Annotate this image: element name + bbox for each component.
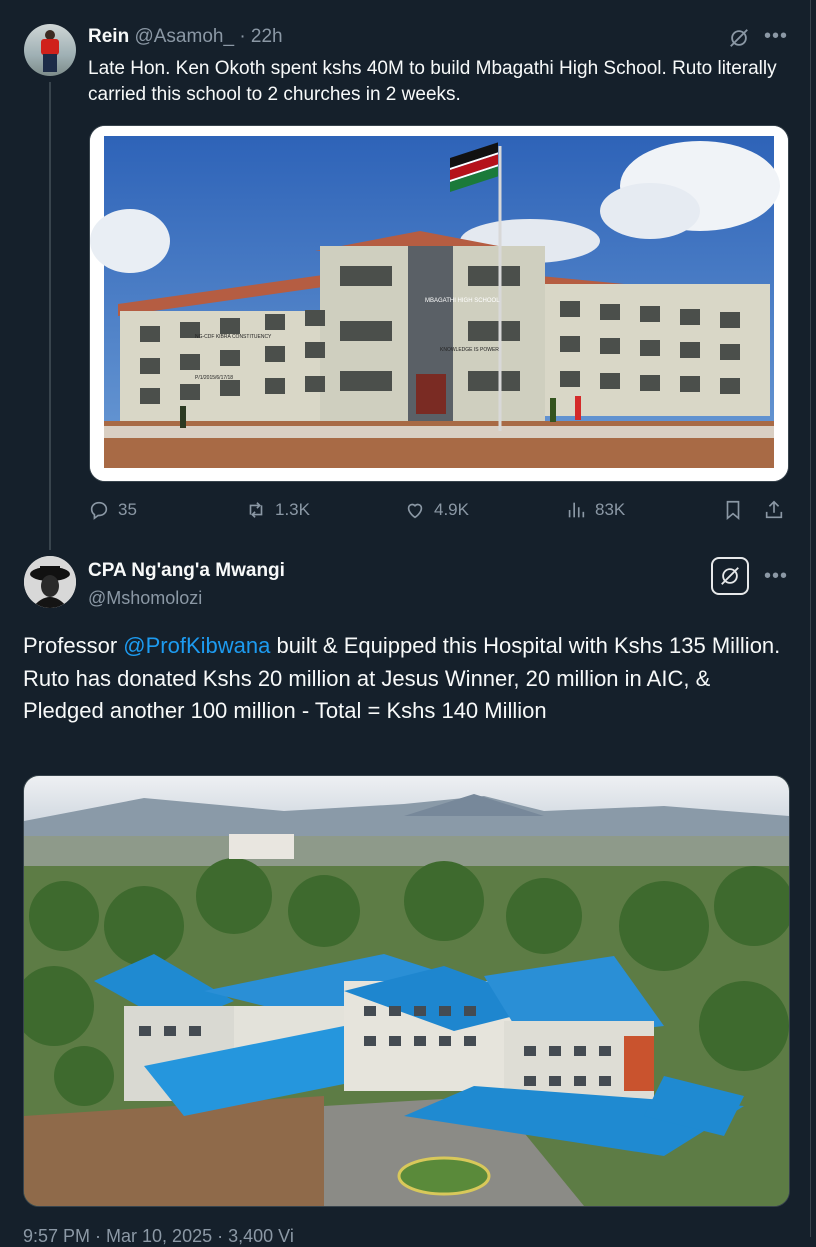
repost-icon [249, 502, 263, 518]
tweet-header: Rein @Asamoh_ · 22h [88, 26, 283, 48]
grok-button[interactable] [711, 557, 749, 595]
more-icon[interactable]: ••• [764, 566, 788, 586]
author-name[interactable]: Rein [88, 26, 129, 47]
more-icon[interactable]: ••• [764, 26, 788, 46]
tweet-text: Professor @ProfKibwana built & Equipped … [23, 630, 793, 728]
thread-connector [49, 82, 51, 550]
reply-count: 35 [118, 500, 137, 519]
mention-link[interactable]: @ProfKibwana [123, 633, 270, 658]
like-icon [407, 503, 423, 519]
reply-icon [90, 501, 108, 520]
grok-icon [721, 567, 739, 585]
views-count: 83K [595, 500, 626, 519]
separator: · [239, 26, 246, 47]
timestamp[interactable]: 22h [251, 26, 283, 47]
share-button[interactable] [763, 499, 793, 521]
tweet-text: Late Hon. Ken Okoth spent kshs 40M to bu… [88, 58, 777, 105]
like-count: 4.9K [434, 500, 469, 519]
tweet-actions: 35 1.3K 4.9K 83K [88, 499, 788, 525]
tweet-image-hospital[interactable] [23, 775, 790, 1207]
bookmark-icon [726, 500, 740, 521]
school-sign: MBAGATHI HIGH SCHOOL [425, 298, 500, 304]
author-name[interactable]: CPA Ng'ang'a Mwangi [88, 560, 285, 582]
school-motto-sign: KNOWLEDGE IS POWER [440, 347, 499, 353]
project-number-sign: P/1/2015/6/17/18 [195, 375, 233, 381]
right-border [810, 0, 811, 1237]
views-button[interactable]: 83K [565, 499, 625, 521]
bookmark-button[interactable] [722, 499, 752, 521]
avatar[interactable] [24, 24, 76, 76]
author-handle[interactable]: @Mshomolozi [88, 588, 202, 609]
repost-button[interactable]: 1.3K [245, 499, 310, 521]
reply-button[interactable]: 35 [88, 499, 137, 521]
text-prefix: Professor [23, 633, 124, 658]
author-handle[interactable]: @Asamoh_ [134, 26, 234, 47]
share-icon [765, 500, 783, 519]
repost-count: 1.3K [275, 500, 310, 519]
text-line1-rest: built & Equipped this Hospital with Kshs… [270, 633, 781, 658]
grok-icon[interactable] [728, 27, 750, 49]
like-button[interactable]: 4.9K [404, 499, 469, 521]
cdf-sign: NG-CDF KIBRA CONSTITUENCY [195, 334, 272, 340]
avatar[interactable] [24, 556, 76, 608]
tweet-image-school[interactable]: MBAGATHI HIGH SCHOOL KNOWLEDGE IS POWER … [89, 125, 789, 482]
text-line2: Ruto has donated Kshs 20 million at Jesu… [23, 665, 711, 724]
views-icon [568, 502, 585, 518]
